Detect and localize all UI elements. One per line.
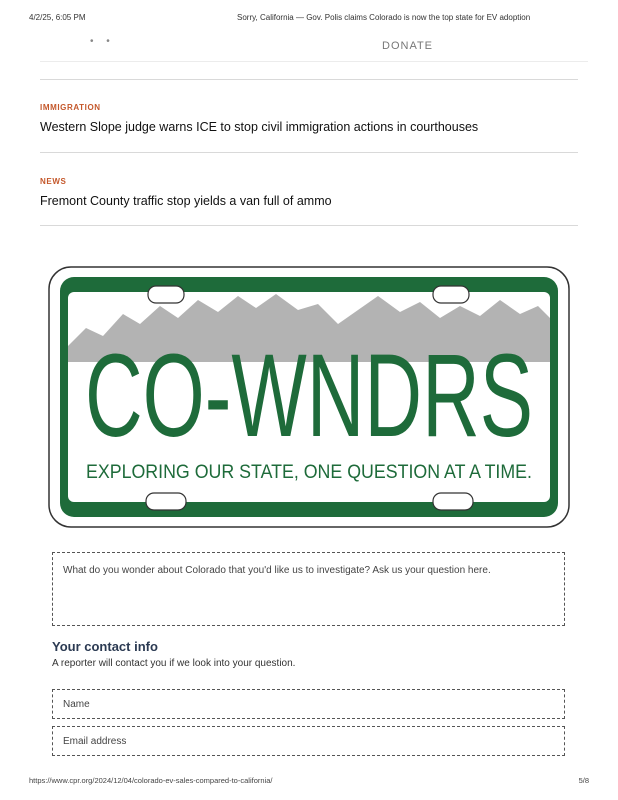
divider bbox=[40, 61, 588, 62]
donate-link[interactable]: DONATE bbox=[382, 40, 433, 52]
divider bbox=[40, 225, 578, 226]
print-page-number: 5/8 bbox=[578, 776, 589, 785]
story-item[interactable]: IMMIGRATION Western Slope judge warns IC… bbox=[40, 103, 580, 134]
plate-bolt-hole bbox=[432, 492, 474, 511]
story-kicker[interactable]: NEWS bbox=[40, 177, 580, 186]
name-placeholder: Name bbox=[63, 699, 90, 710]
divider bbox=[40, 152, 578, 153]
print-header: 4/2/25, 6:05 PM Sorry, California — Gov.… bbox=[29, 13, 589, 25]
story-kicker[interactable]: IMMIGRATION bbox=[40, 103, 580, 112]
print-date: 4/2/25, 6:05 PM bbox=[29, 13, 86, 22]
divider bbox=[40, 79, 578, 80]
plate-bolt-hole bbox=[432, 285, 470, 304]
email-field[interactable]: Email address bbox=[52, 726, 565, 756]
print-url: https://www.cpr.org/2024/12/04/colorado-… bbox=[29, 776, 273, 785]
contact-info-description: A reporter will contact you if we look i… bbox=[52, 658, 296, 669]
license-plate-graphic: CO-WNDRS EXPLORING OUR STATE, ONE QUESTI… bbox=[48, 266, 570, 528]
nav-menu-dots[interactable]: • • bbox=[90, 36, 115, 47]
print-page-title: Sorry, California — Gov. Polis claims Co… bbox=[237, 13, 531, 22]
story-item[interactable]: NEWS Fremont County traffic stop yields … bbox=[40, 177, 580, 208]
story-headline[interactable]: Western Slope judge warns ICE to stop ci… bbox=[40, 120, 580, 134]
plate-bolt-hole bbox=[145, 492, 187, 511]
co-wndrs-license-plate-logo: CO-WNDRS EXPLORING OUR STATE, ONE QUESTI… bbox=[48, 266, 570, 528]
plate-main-text: CO-WNDRS bbox=[85, 330, 533, 462]
story-headline[interactable]: Fremont County traffic stop yields a van… bbox=[40, 194, 580, 208]
question-textarea[interactable]: What do you wonder about Colorado that y… bbox=[52, 552, 565, 626]
name-field[interactable]: Name bbox=[52, 689, 565, 719]
plate-bolt-hole bbox=[147, 285, 185, 304]
plate-tagline: EXPLORING OUR STATE, ONE QUESTION AT A T… bbox=[86, 462, 532, 483]
question-placeholder: What do you wonder about Colorado that y… bbox=[63, 565, 491, 576]
contact-info-heading: Your contact info bbox=[52, 639, 158, 654]
email-placeholder: Email address bbox=[63, 736, 127, 747]
